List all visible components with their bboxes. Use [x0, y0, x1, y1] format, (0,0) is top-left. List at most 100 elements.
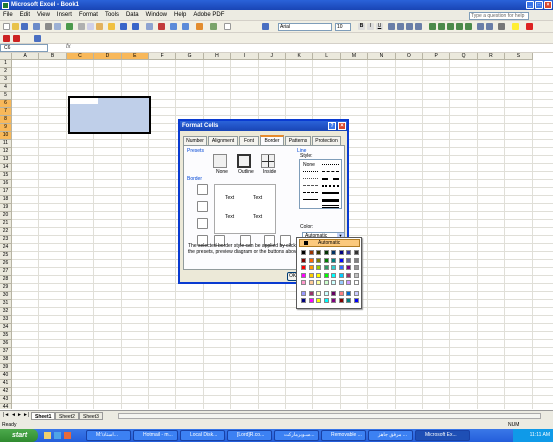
row-header-29[interactable]: 29: [0, 284, 12, 292]
italic-icon[interactable]: I: [367, 23, 374, 30]
color-swatch[interactable]: [338, 257, 344, 263]
color-swatch[interactable]: [316, 250, 321, 255]
font-name-select[interactable]: Arial: [278, 23, 332, 31]
line-style-list[interactable]: None: [299, 159, 342, 209]
sort-ascending-icon[interactable]: [170, 23, 177, 30]
column-header-r[interactable]: R: [477, 53, 506, 60]
row-header-11[interactable]: 11: [0, 140, 12, 148]
color-swatch[interactable]: [331, 272, 336, 278]
row-header-16[interactable]: 16: [0, 180, 12, 188]
menu-adobe-pdf[interactable]: Adobe PDF: [193, 12, 224, 18]
row-header-28[interactable]: 28: [0, 276, 12, 284]
color-swatch[interactable]: [331, 298, 336, 303]
sheet-tab-sheet2[interactable]: Sheet2: [55, 412, 79, 420]
decrease-indent-icon[interactable]: [477, 23, 484, 30]
color-swatch[interactable]: [308, 272, 314, 278]
color-swatch[interactable]: [353, 265, 359, 270]
column-header-k[interactable]: K: [286, 53, 314, 60]
task-item-excel[interactable]: Microsoft Ex...: [415, 430, 470, 441]
undo-icon[interactable]: [120, 23, 127, 30]
row-header-3[interactable]: 3: [0, 76, 12, 84]
column-header-i[interactable]: I: [231, 53, 259, 60]
color-swatch[interactable]: [316, 298, 321, 303]
border-middle-button[interactable]: [197, 201, 208, 212]
color-swatch[interactable]: [346, 280, 351, 285]
sheet-tab-sheet3[interactable]: Sheet3: [79, 412, 103, 420]
color-swatch[interactable]: [353, 272, 359, 278]
row-header-9[interactable]: 9: [0, 124, 12, 132]
decrease-decimal-icon[interactable]: [465, 23, 472, 30]
print-preview-icon[interactable]: [54, 23, 61, 30]
copy-icon[interactable]: [87, 23, 94, 30]
color-swatch[interactable]: [301, 272, 306, 278]
menu-tools[interactable]: Tools: [105, 12, 119, 18]
row-header-34[interactable]: 34: [0, 324, 12, 332]
row-header-25[interactable]: 25: [0, 252, 12, 260]
borders-icon[interactable]: [498, 23, 505, 30]
border-bottom-button[interactable]: [197, 218, 208, 229]
style-option[interactable]: [303, 171, 318, 172]
format-painter-icon[interactable]: [108, 23, 115, 30]
color-swatch[interactable]: [316, 272, 321, 278]
row-header-1[interactable]: 1: [0, 60, 12, 68]
row-header-12[interactable]: 12: [0, 148, 12, 156]
color-swatch[interactable]: [323, 280, 329, 285]
color-swatch[interactable]: [346, 257, 351, 263]
row-header-15[interactable]: 15: [0, 172, 12, 180]
task-item[interactable]: سـوبرماركت...: [274, 430, 319, 441]
color-swatch[interactable]: [308, 280, 314, 285]
save-icon[interactable]: [21, 23, 28, 30]
align-left-icon[interactable]: [388, 23, 395, 30]
row-header-31[interactable]: 31: [0, 300, 12, 308]
row-header-17[interactable]: 17: [0, 188, 12, 196]
row-header-2[interactable]: 2: [0, 68, 12, 76]
row-header-41[interactable]: 41: [0, 380, 12, 388]
style-option[interactable]: [303, 199, 318, 200]
row-header-5[interactable]: 5: [0, 92, 12, 100]
column-header-d[interactable]: D: [94, 53, 122, 60]
color-swatch[interactable]: [353, 298, 359, 303]
style-option[interactable]: [322, 199, 339, 202]
quicklaunch-icon[interactable]: [54, 432, 61, 439]
increase-decimal-icon[interactable]: [456, 23, 463, 30]
print-icon[interactable]: [45, 23, 52, 30]
column-header-l[interactable]: L: [313, 53, 341, 60]
new-icon[interactable]: [3, 23, 10, 30]
column-header-o[interactable]: O: [395, 53, 423, 60]
row-header-4[interactable]: 4: [0, 84, 12, 92]
close-button[interactable]: ×: [544, 1, 552, 9]
task-item[interactable]: Local Disk...: [180, 430, 225, 441]
color-swatch[interactable]: [308, 265, 314, 270]
row-header-35[interactable]: 35: [0, 332, 12, 340]
tab-protection[interactable]: Protection: [312, 136, 341, 145]
column-header-a[interactable]: A: [12, 53, 40, 60]
color-swatch[interactable]: [353, 280, 359, 285]
color-swatch[interactable]: [346, 290, 351, 296]
preset-inside-button[interactable]: [261, 154, 275, 168]
tab-alignment[interactable]: Alignment: [208, 136, 238, 145]
color-swatch[interactable]: [331, 290, 336, 296]
color-swatch[interactable]: [338, 250, 344, 255]
row-header-24[interactable]: 24: [0, 244, 12, 252]
color-swatch[interactable]: [316, 280, 321, 285]
menu-help[interactable]: Help: [174, 12, 186, 18]
color-swatch[interactable]: [316, 290, 321, 296]
row-header-37[interactable]: 37: [0, 348, 12, 356]
row-header-33[interactable]: 33: [0, 316, 12, 324]
column-header-c[interactable]: C: [66, 53, 95, 60]
color-swatch[interactable]: [338, 272, 344, 278]
color-swatch[interactable]: [308, 298, 314, 303]
font-color-icon[interactable]: [526, 23, 533, 30]
merge-center-icon[interactable]: [415, 23, 422, 30]
minimize-button[interactable]: _: [526, 1, 534, 9]
style-option[interactable]: [322, 171, 339, 172]
dialog-help-button[interactable]: ?: [328, 122, 336, 130]
next-sheet-arrow-icon[interactable]: ►: [17, 412, 22, 418]
task-item[interactable]: Hotmail - m...: [133, 430, 178, 441]
row-header-38[interactable]: 38: [0, 356, 12, 364]
row-header-36[interactable]: 36: [0, 340, 12, 348]
fx-icon[interactable]: fx: [66, 44, 71, 50]
percent-icon[interactable]: [438, 23, 445, 30]
task-item[interactable]: مرفق جاهز ...: [368, 430, 413, 441]
menu-view[interactable]: View: [37, 12, 50, 18]
